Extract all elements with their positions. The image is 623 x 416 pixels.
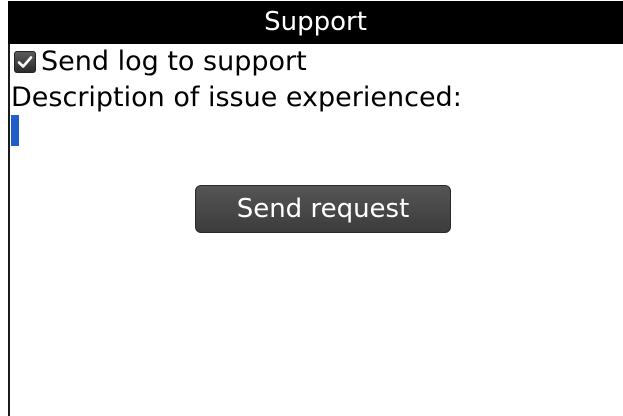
- send-log-checkbox[interactable]: [14, 51, 36, 73]
- support-screen: Support Send log to support Description …: [0, 0, 623, 416]
- checkmark-icon: [17, 56, 33, 68]
- send-log-checkbox-row[interactable]: Send log to support: [14, 44, 307, 80]
- screen-left-border: [8, 44, 10, 416]
- text-cursor: [11, 115, 19, 146]
- send-request-button[interactable]: Send request: [195, 185, 451, 233]
- title-bar: Support: [8, 1, 623, 44]
- description-input[interactable]: [11, 114, 611, 150]
- description-label: Description of issue experienced:: [11, 82, 462, 113]
- send-request-button-label: Send request: [236, 194, 410, 224]
- send-log-label: Send log to support: [41, 46, 307, 77]
- screen-title: Support: [264, 7, 367, 37]
